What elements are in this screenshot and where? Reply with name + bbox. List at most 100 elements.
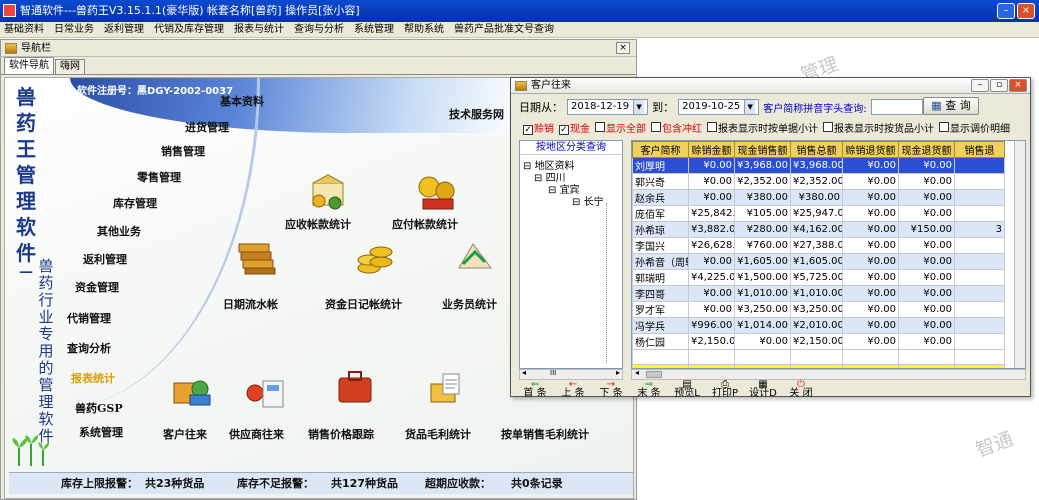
table-cell: 孙希琼: [632, 221, 689, 238]
lower-limit-value[interactable]: 共127种货品: [331, 473, 398, 495]
menu-rebate-mgmt[interactable]: 返利管理: [83, 251, 127, 267]
check-price-adjust-detail[interactable]: 显示调价明细: [939, 120, 1010, 135]
table-row[interactable]: 赵余兵 ¥0.00 ¥380.00 ¥380.00 ¥0.00 ¥0.00: [632, 189, 1005, 206]
daily-ledger-icon[interactable]: [235, 238, 277, 278]
feature-cash-journal[interactable]: 资金日记帐统计: [325, 296, 402, 312]
table-cell: ¥0.00: [842, 237, 899, 254]
menu-report-stats[interactable]: 报表统计: [71, 370, 115, 386]
customer-relations-icon[interactable]: [170, 373, 214, 411]
close-button[interactable]: ×: [1017, 3, 1035, 19]
check-cash[interactable]: ✓ 现金: [559, 120, 590, 135]
menu-daily-business[interactable]: 日常业务: [54, 22, 94, 37]
table-row[interactable]: 刘厚明 ¥0.00 ¥3,968.00 ¥3,968.00 ¥0.00 ¥0.00: [632, 157, 1005, 174]
first-record-button[interactable]: ⇐ 首 条: [517, 380, 553, 399]
chevron-down-icon[interactable]: ▼: [633, 100, 645, 114]
feature-payable-stats[interactable]: 应付帐款统计: [392, 216, 458, 232]
prev-record-button[interactable]: ← 上 条: [555, 380, 591, 399]
table-row[interactable]: 孙希音（周轩¥0.00¥1,605.00¥1,605.00¥0.00¥0.00: [632, 253, 1005, 270]
menu-approval-query[interactable]: 兽药产品批准文号查询: [454, 22, 554, 37]
nav-close-icon[interactable]: ×: [616, 42, 630, 54]
column-header[interactable]: 销售总额: [790, 141, 843, 158]
pinyin-search-input[interactable]: [870, 99, 923, 115]
menu-gsp[interactable]: 兽药GSP: [75, 400, 123, 416]
menu-retail[interactable]: 零售管理: [137, 169, 181, 185]
table-row[interactable]: 孙希琼¥3,882.00¥280.00¥4,162.00¥0.00¥150.00…: [632, 221, 1005, 238]
feature-salesman-stats[interactable]: 业务员统计: [442, 296, 497, 312]
feature-receivable-stats[interactable]: 应收帐款统计: [285, 216, 351, 232]
cash-journal-icon[interactable]: [355, 238, 395, 278]
feature-price-tracking[interactable]: 销售价格跟踪: [308, 426, 374, 442]
preview-button[interactable]: ▤ 预览L: [669, 380, 705, 399]
check-credit-sale[interactable]: ✓ 赊销: [523, 120, 554, 135]
supplier-relations-icon[interactable]: [245, 373, 289, 411]
table-row[interactable]: 郭瑞明¥4,225.00¥1,500.00¥5,725.00¥0.00¥0.00: [632, 269, 1005, 286]
table-row[interactable]: 冯学兵 ¥996.00 ¥1,014.00 ¥2,010.00 ¥0.00 ¥0.00: [632, 317, 1005, 334]
menu-query-analysis[interactable]: 查询与分析: [294, 22, 344, 37]
print-button[interactable]: ⎙ 打印P: [707, 380, 743, 399]
table-row[interactable]: 李四哥 ¥0.00 ¥1,010.00 ¥1,010.00 ¥0.00 ¥0.00: [632, 285, 1005, 302]
cw-close-button[interactable]: ×: [1009, 79, 1027, 92]
last-record-button[interactable]: ⇒ 末 条: [631, 380, 667, 399]
table-row[interactable]: 庞佰军¥25,842.00¥105.00¥25,947.00¥0.00¥0.00: [632, 205, 1005, 222]
table-cell: [954, 285, 1005, 302]
menu-sales[interactable]: 销售管理: [161, 143, 205, 159]
menu-system-mgmt[interactable]: 系统管理: [79, 424, 123, 440]
menu-system[interactable]: 系统管理: [354, 22, 394, 37]
check-include-reversal[interactable]: 包含冲红: [651, 120, 702, 135]
menu-consignment-stock[interactable]: 代销及库存管理: [154, 22, 224, 37]
menu-tech-service[interactable]: 技术服务网: [449, 106, 504, 122]
tab-hai-net[interactable]: 嗨网: [55, 59, 85, 74]
price-tracking-icon[interactable]: [335, 368, 375, 408]
table-row[interactable]: 郭兴奇 ¥0.00 ¥2,352.00 ¥2,352.00 ¥0.00 ¥0.00: [632, 173, 1005, 190]
column-header[interactable]: 现金退货额: [898, 141, 955, 158]
menu-purchase[interactable]: 进货管理: [185, 119, 229, 135]
menu-help[interactable]: 帮助系统: [404, 22, 444, 37]
feature-daily-ledger[interactable]: 日期流水帐: [223, 296, 278, 312]
column-header[interactable]: 销售退: [954, 141, 1005, 158]
payable-icon[interactable]: [415, 173, 459, 213]
menu-reports[interactable]: 报表与统计: [234, 22, 284, 37]
minimize-button[interactable]: –: [997, 3, 1015, 19]
column-header[interactable]: 客户简称: [632, 141, 689, 158]
table-row[interactable]: 罗才军 ¥0.00 ¥3,250.00 ¥3,250.00 ¥0.00 ¥0.00: [632, 301, 1005, 318]
column-header[interactable]: 赊销金额: [688, 141, 735, 158]
design-button[interactable]: ▦ 设计D: [745, 380, 781, 399]
column-header[interactable]: 现金销售额: [734, 141, 791, 158]
date-to-picker[interactable]: 2019-10-25 ▼: [678, 99, 760, 115]
tab-software-nav[interactable]: 软件导航: [4, 57, 54, 74]
chevron-down-icon[interactable]: ▼: [744, 100, 756, 114]
menu-analysis[interactable]: 查询分析: [67, 340, 111, 356]
menu-basic-data[interactable]: 基础资料: [4, 22, 44, 37]
menu-consignment[interactable]: 代销管理: [67, 310, 111, 326]
feature-customer-relations[interactable]: 客户往来: [163, 426, 207, 442]
column-header[interactable]: 赊销退货额: [842, 141, 899, 158]
table-cell: ¥280.00: [734, 221, 791, 238]
menu-funds[interactable]: 资金管理: [75, 279, 119, 295]
feature-gross-profit[interactable]: 货品毛利统计: [405, 426, 471, 442]
table-row[interactable]: 李国兴¥26,628.00¥760.00¥27,388.00¥0.00¥0.00: [632, 237, 1005, 254]
feature-supplier-relations[interactable]: 供应商往来: [229, 426, 284, 442]
next-record-button[interactable]: → 下 条: [593, 380, 629, 399]
cw-restore-button[interactable]: ▫: [990, 79, 1008, 92]
salesman-stats-icon[interactable]: [455, 238, 495, 278]
menu-inventory[interactable]: 库存管理: [113, 195, 157, 211]
upper-limit-value[interactable]: 共23种货品: [145, 473, 204, 495]
tree-node-changning[interactable]: ⊟ 长宁: [572, 193, 604, 208]
gross-profit-icon[interactable]: [425, 368, 465, 408]
grid-vertical-scrollbar[interactable]: [1014, 141, 1025, 368]
menu-basic-info[interactable]: 基本资料: [220, 93, 264, 109]
cw-minimize-button[interactable]: –: [971, 79, 989, 92]
date-from-picker[interactable]: 2018-12-19 ▼: [567, 99, 649, 115]
receivable-icon[interactable]: [305, 173, 349, 213]
lower-limit-label: 库存不足报警：: [237, 477, 314, 490]
menu-rebate[interactable]: 返利管理: [104, 22, 144, 37]
feature-bill-profit[interactable]: 按单销售毛利统计: [501, 426, 631, 442]
menu-other[interactable]: 其他业务: [97, 223, 141, 239]
table-row[interactable]: 杨仁园¥2,150.00¥0.00¥2,150.00¥0.00¥0.00: [632, 333, 1005, 350]
overdue-value[interactable]: 共0条记录: [511, 473, 563, 495]
query-button[interactable]: ▦ 查 询: [923, 97, 979, 115]
close-window-button[interactable]: ⏻ 关 闭: [783, 380, 819, 399]
check-subtotal-by-bill[interactable]: 报表显示时按单据小计: [707, 120, 818, 135]
check-subtotal-by-item[interactable]: 报表显示时按货品小计: [823, 120, 934, 135]
check-show-all[interactable]: 显示全部: [595, 120, 646, 135]
